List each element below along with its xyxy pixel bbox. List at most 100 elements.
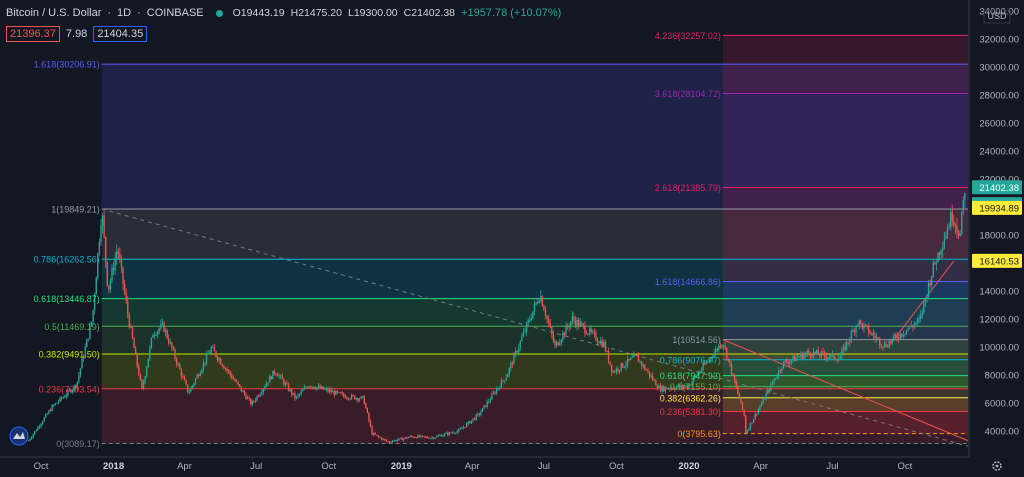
candle-body [191,385,194,388]
candle-body [748,428,750,431]
candle-body [806,350,808,354]
candle-body [257,395,260,397]
candle-body [106,261,108,286]
candle-body [385,439,387,442]
candle-body [902,334,905,337]
candle-body [644,364,646,370]
candle-body [347,398,350,400]
candle-body [787,362,789,364]
candle-body [459,428,462,430]
candle-body [860,320,862,324]
candle-body [261,392,263,395]
sell-button[interactable]: 21396.37 [6,26,60,42]
candle [38,424,41,429]
candle-body [615,368,618,373]
candle-body [718,345,720,351]
candle [186,384,189,394]
candle-body [267,382,269,384]
candle-body [606,350,608,352]
candle-body [612,371,614,373]
candle-body [248,397,250,399]
candle [52,404,55,408]
candle-body [251,401,253,405]
trade-row: 21396.37 7.98 21404.35 [6,26,148,42]
candle-body [127,300,129,315]
candle-body [726,347,728,359]
candle-body [484,405,487,407]
candle-body [666,387,668,390]
candle-body [317,385,320,388]
candle-body [409,436,411,438]
left-fib-label-0.236: 0.236(7003.54) [39,384,100,394]
candle-body [158,328,160,331]
spread-value: 7.98 [65,28,88,40]
candle-body [138,365,140,376]
symbol-name[interactable]: Bitcoin / U.S. Dollar [6,7,101,19]
right-band [722,93,968,188]
x-tick-label: Oct [898,461,913,472]
candle-body [464,427,466,428]
candle-body [655,380,657,386]
x-tick-label: Oct [321,461,336,472]
candle-body [661,386,663,392]
candle-body [338,392,340,393]
candle [371,425,373,436]
right-fib-label-0.382: 0.382(6362.26) [660,393,721,403]
candle-body [95,277,97,295]
candle-body [636,354,638,356]
candle-body [450,432,452,434]
candle-body [283,379,285,385]
candle [48,409,50,415]
candle-body [825,355,827,359]
candle-body [494,392,496,394]
candle-body [924,297,927,302]
y-tick-label: 24000.00 [979,146,1019,157]
candle-body [842,346,845,351]
candle-body [844,346,846,350]
right-band [722,359,968,376]
scroll-left-icon[interactable] [9,426,29,446]
candle [481,407,484,413]
candle-body [811,355,813,357]
candle-body [453,432,455,434]
candle-body [885,343,887,347]
candle [622,363,624,369]
candle-body [45,414,47,418]
candle [40,423,42,429]
buy-button[interactable]: 21404.35 [93,26,148,42]
candle-body [609,361,611,366]
candle-body [743,409,745,416]
candle-body [272,370,274,380]
candle-body [937,252,939,263]
candle-body [812,351,815,357]
candle-body [640,361,643,366]
candle-body [259,394,261,397]
candle-body [502,380,504,382]
candle-body [607,351,610,362]
candle-body [467,421,469,424]
candle-body [298,393,301,395]
interval[interactable]: 1D [117,7,131,19]
candle-body [920,314,922,319]
candle-body [65,395,67,397]
candle-body [532,311,534,319]
candle-body [960,211,963,234]
candle [41,420,44,426]
candle-body [216,356,219,361]
candle [960,211,963,236]
candle-body [164,330,167,332]
candle-body [871,332,873,334]
candle-body [581,322,583,324]
right-band [722,375,968,387]
candle-body [447,432,449,435]
candle-body [196,375,198,379]
candle-body [918,318,920,320]
candle-body [227,370,230,372]
candle-body [797,357,799,359]
candle-body [803,354,805,359]
x-tick-label: 2018 [103,461,124,472]
candle [845,340,848,352]
right-fib-label-0.786: 0.786(9076.77) [660,355,721,365]
price-chart[interactable]: 0(3089.17) 0.236(7003.54) 0.382(9491.50) 0.… [0,0,1024,477]
candle-body [275,373,277,375]
